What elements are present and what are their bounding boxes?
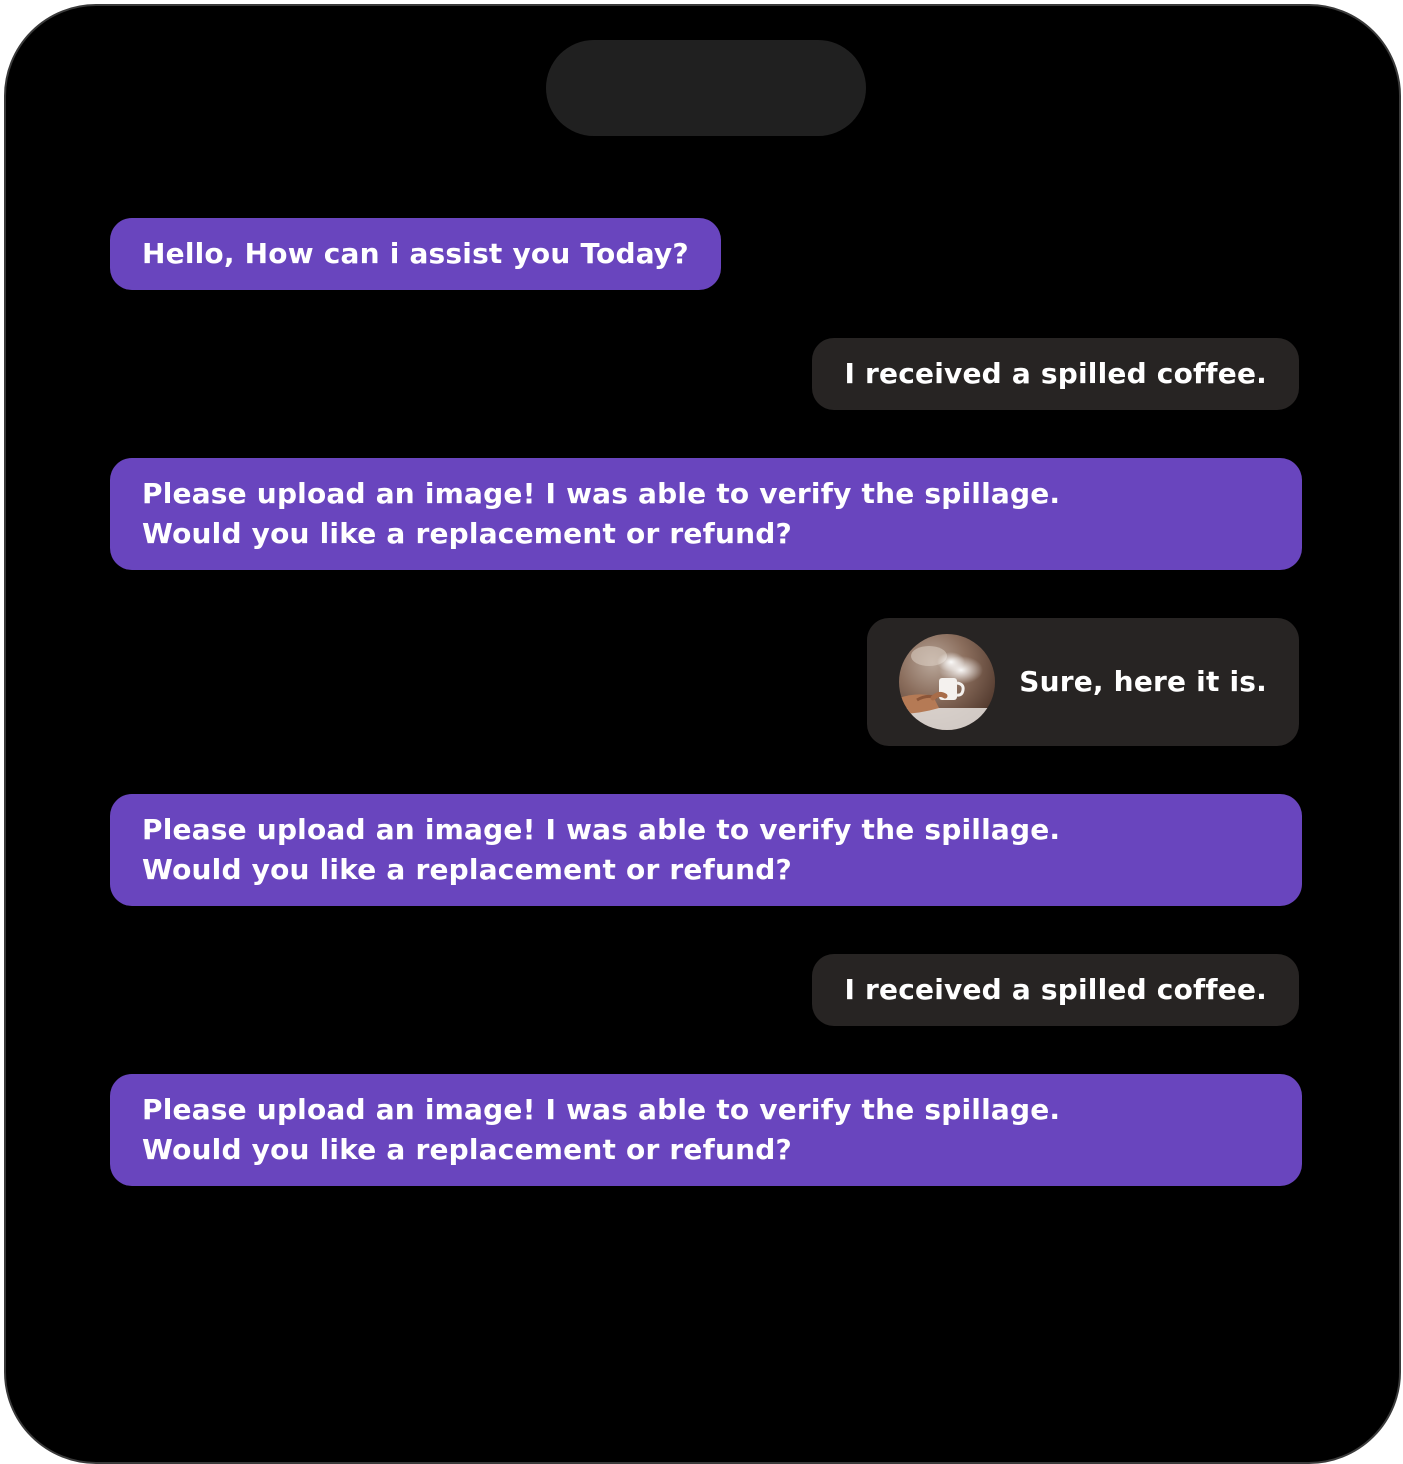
user-message-with-image: Sure, here it is. bbox=[867, 618, 1299, 746]
user-message: I received a spilled coffee. bbox=[812, 954, 1299, 1026]
message-text: I received a spilled coffee. bbox=[844, 973, 1267, 1006]
message-text-line-1: Please upload an image! I was able to ve… bbox=[142, 477, 1061, 510]
message-text-line-2: Would you like a replacement or refund? bbox=[142, 517, 792, 550]
assistant-message: Hello, How can i assist you Today? bbox=[110, 218, 721, 290]
assistant-message: Please upload an image! I was able to ve… bbox=[110, 794, 1302, 906]
phone-frame: Hello, How can i assist you Today? I rec… bbox=[4, 4, 1401, 1464]
message-text: Hello, How can i assist you Today? bbox=[142, 237, 689, 270]
coffee-photo-thumbnail[interactable] bbox=[899, 634, 995, 730]
assistant-message: Please upload an image! I was able to ve… bbox=[110, 1074, 1302, 1186]
message-text-line-2: Would you like a replacement or refund? bbox=[142, 853, 792, 886]
message-text: I received a spilled coffee. bbox=[844, 357, 1267, 390]
user-message: I received a spilled coffee. bbox=[812, 338, 1299, 410]
assistant-message: Please upload an image! I was able to ve… bbox=[110, 458, 1302, 570]
message-text-line-2: Would you like a replacement or refund? bbox=[142, 1133, 792, 1166]
message-text: Sure, here it is. bbox=[1019, 665, 1267, 698]
dynamic-island bbox=[546, 40, 866, 136]
message-text-line-1: Please upload an image! I was able to ve… bbox=[142, 813, 1061, 846]
message-text-line-1: Please upload an image! I was able to ve… bbox=[142, 1093, 1061, 1126]
